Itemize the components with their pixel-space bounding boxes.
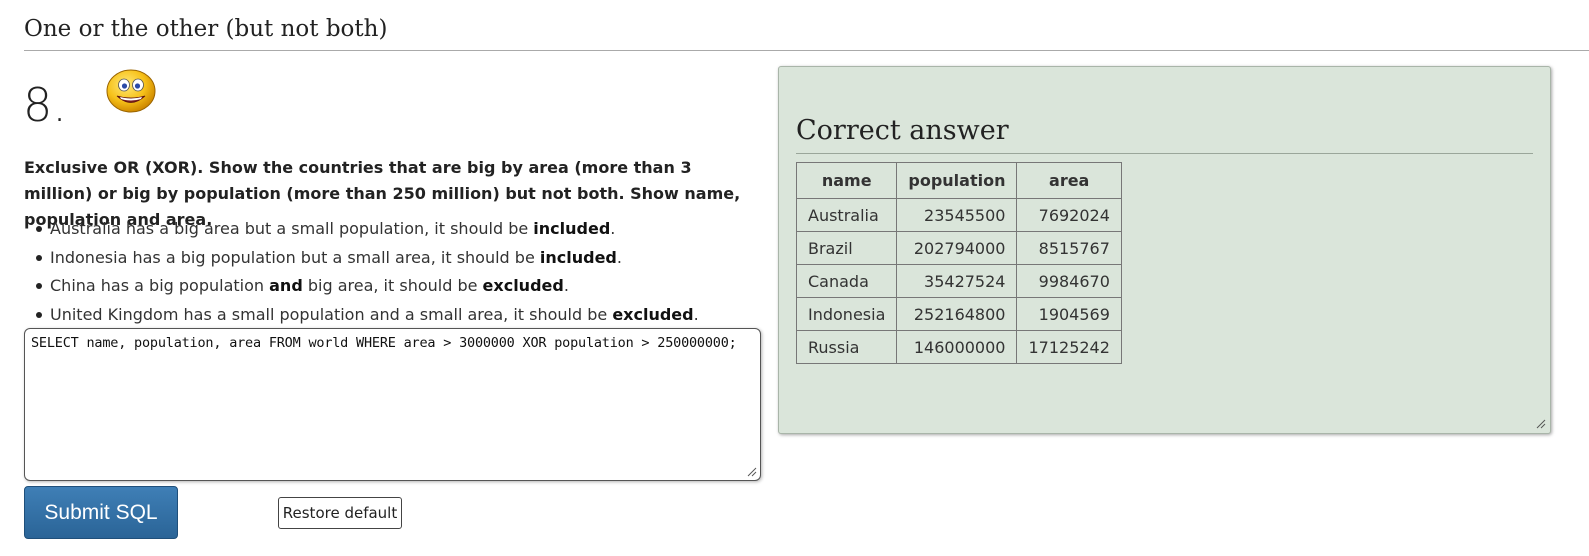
sql-editor-text[interactable]: SELECT name, population, area FROM world… <box>31 335 737 351</box>
answer-divider <box>796 153 1533 154</box>
bullet-dot-icon <box>36 226 42 232</box>
resize-grip-icon[interactable] <box>1536 419 1546 429</box>
cell-name: Australia <box>795 198 898 232</box>
cell-population: 202794000 <box>896 231 1018 265</box>
answer-title: Correct answer <box>796 115 1009 146</box>
list-item: United Kingdom has a small population an… <box>24 302 769 331</box>
cell-population: 146000000 <box>896 330 1018 364</box>
sql-editor[interactable]: SELECT name, population, area FROM world… <box>24 328 761 481</box>
correct-answer-panel: Correct answer name population area Aust… <box>778 66 1551 434</box>
table-row: Brazil 202794000 8515767 <box>795 231 1122 265</box>
cell-name: Brazil <box>795 231 898 265</box>
hint-list: Australia has a big area but a small pop… <box>24 216 769 330</box>
cell-population: 252164800 <box>896 297 1018 331</box>
bullet-dot-icon <box>36 283 42 289</box>
submit-sql-button[interactable]: Submit SQL <box>24 486 178 539</box>
cell-area: 17125242 <box>1016 330 1122 364</box>
cell-population: 23545500 <box>896 198 1018 232</box>
resize-grip-icon[interactable] <box>747 467 757 477</box>
restore-default-button[interactable]: Restore default <box>278 497 402 529</box>
bullet-dot-icon <box>36 311 42 318</box>
table-header-row: name population area <box>795 162 1122 199</box>
list-item: Australia has a big area but a small pop… <box>24 216 769 245</box>
section-title: One or the other (but not both) <box>24 16 388 42</box>
cell-name: Russia <box>795 330 898 364</box>
cell-population: 35427524 <box>896 264 1018 298</box>
list-item: China has a big population and big area,… <box>24 273 769 302</box>
smiley-face-icon <box>106 69 156 113</box>
column-header-area: area <box>1016 162 1122 199</box>
section-divider <box>24 50 1589 51</box>
column-header-population: population <box>896 162 1018 199</box>
question-number: 8. <box>23 78 67 132</box>
cell-area: 1904569 <box>1016 297 1122 331</box>
cell-area: 7692024 <box>1016 198 1122 232</box>
cell-name: Indonesia <box>795 297 898 331</box>
cell-area: 8515767 <box>1016 231 1122 265</box>
cell-name: Canada <box>795 264 898 298</box>
table-row: Indonesia 252164800 1904569 <box>795 297 1122 331</box>
cell-area: 9984670 <box>1016 264 1122 298</box>
list-item: Indonesia has a big population but a sma… <box>24 245 769 274</box>
column-header-name: name <box>795 162 898 199</box>
table-row: Canada 35427524 9984670 <box>795 264 1122 298</box>
answer-table: name population area Australia 23545500 … <box>795 162 1122 364</box>
table-row: Australia 23545500 7692024 <box>795 198 1122 232</box>
bullet-dot-icon <box>36 254 42 261</box>
table-row: Russia 146000000 17125242 <box>795 330 1122 364</box>
